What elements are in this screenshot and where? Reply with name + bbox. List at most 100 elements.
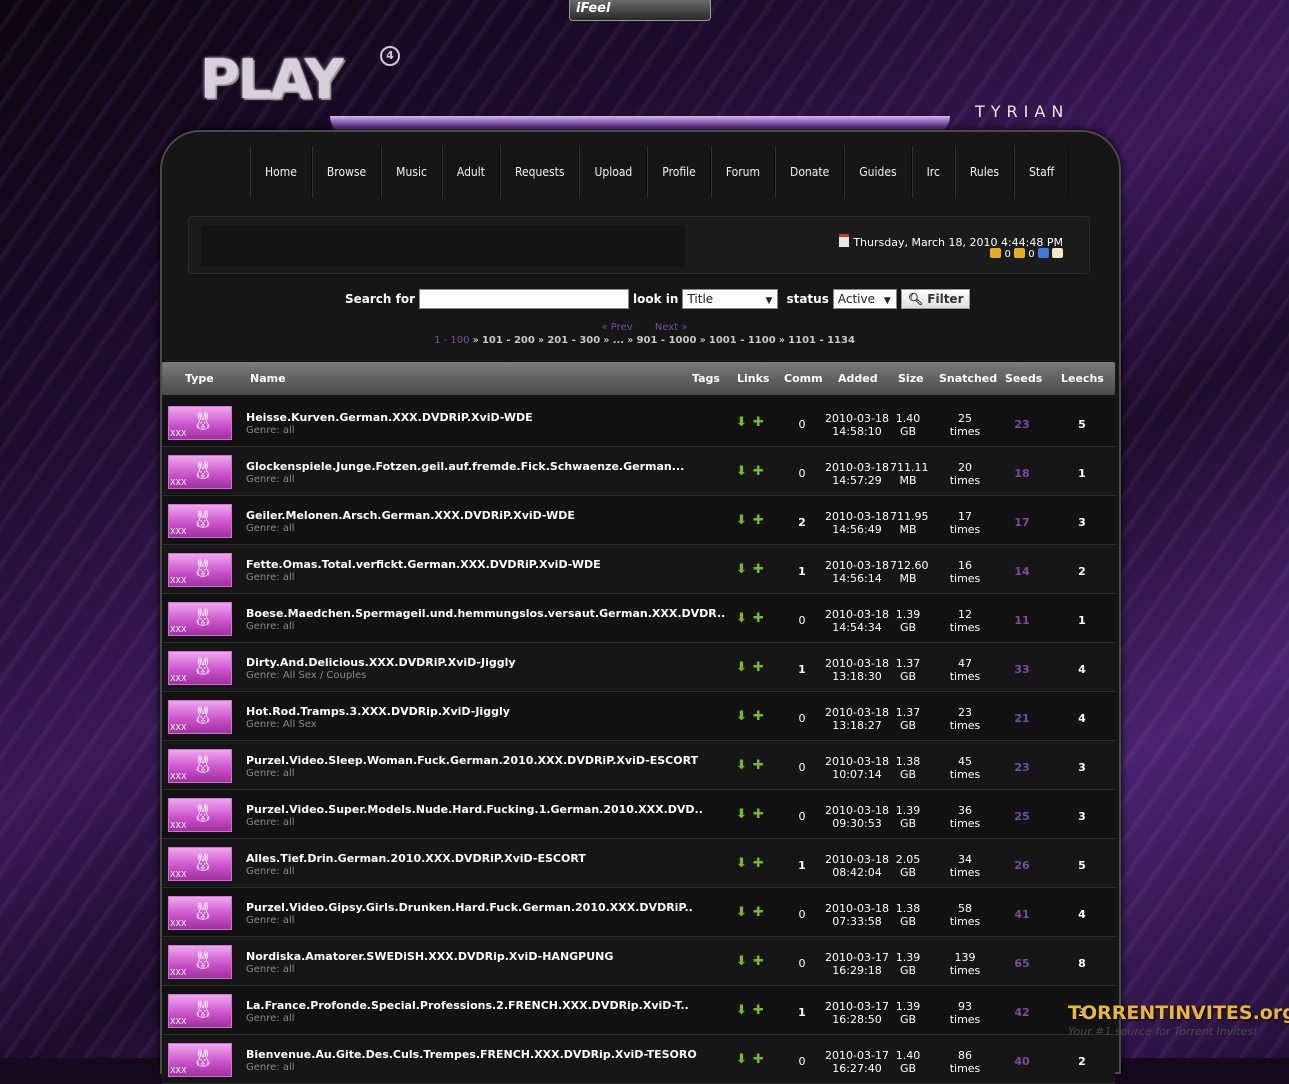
leechers-count[interactable]: 4 [1062,908,1102,921]
comment-count[interactable]: 0 [784,467,820,480]
category-badge[interactable]: 🐰︎ XXX [168,847,232,881]
add-bookmark-icon[interactable]: ✚ [753,660,764,675]
pager-next[interactable]: Next » [655,322,688,333]
seeders-count[interactable]: 11 [1000,614,1044,627]
add-bookmark-icon[interactable]: ✚ [753,611,764,626]
torrent-name-link[interactable]: Bienvenue.Au.Gite.Des.Culs.Trempes.FRENC… [246,1048,697,1061]
comment-count[interactable]: 0 [784,1055,820,1068]
category-badge[interactable]: 🐰︎ XXX [168,749,232,783]
torrent-name-link[interactable]: Purzel.Video.Gipsy.Girls.Drunken.Hard.Fu… [246,901,693,914]
leechers-count[interactable]: 1 [1062,467,1102,480]
download-icon[interactable]: ⬇︎ [736,807,747,822]
seeders-count[interactable]: 21 [1000,712,1044,725]
leechers-count[interactable]: 2 [1062,565,1102,578]
col-snatched[interactable]: Snatched [939,362,997,395]
nav-music[interactable]: Music [381,146,442,198]
download-icon[interactable]: ⬇︎ [736,954,747,969]
site-logo[interactable]: PLAY [200,48,344,111]
snatched-count[interactable]: 25 times [930,412,1000,438]
leechers-count[interactable]: 2 [1062,1055,1102,1068]
seeders-count[interactable]: 33 [1000,663,1044,676]
comment-count[interactable]: 0 [784,712,820,725]
comment-count[interactable]: 0 [784,418,820,431]
download-icon[interactable]: ⬇︎ [736,660,747,675]
leechers-count[interactable]: 8 [1062,957,1102,970]
page-link[interactable]: 1101 - 1134 [788,335,855,346]
snatched-count[interactable]: 20 times [930,461,1000,487]
category-badge[interactable]: 🐰︎ XXX [168,504,232,538]
category-badge[interactable]: 🐰︎ XXX [168,945,232,979]
users-icon[interactable] [1037,248,1049,258]
comment-count[interactable]: 0 [784,908,820,921]
pager-prev[interactable]: « Prev [602,322,633,333]
comment-count[interactable]: 1 [784,663,820,676]
download-icon[interactable]: ⬇︎ [736,611,747,626]
seeders-count[interactable]: 23 [1000,761,1044,774]
comment-count[interactable]: 0 [784,957,820,970]
seeders-count[interactable]: 18 [1000,467,1044,480]
snatched-count[interactable]: 34 times [930,853,1000,879]
download-icon[interactable]: ⬇︎ [736,415,747,430]
leechers-count[interactable]: 5 [1062,418,1102,431]
comment-count[interactable]: 1 [784,565,820,578]
torrent-name-link[interactable]: Hot.Rod.Tramps.3.XXX.DVDRip.XviD-Jiggly [246,705,510,718]
messages-icon[interactable] [1052,248,1063,258]
col-comm[interactable]: Comm [784,362,823,395]
seeders-count[interactable]: 14 [1000,565,1044,578]
leechers-count[interactable]: 4 [1062,663,1102,676]
snatched-count[interactable]: 12 times [930,608,1000,634]
seeders-count[interactable]: 41 [1000,908,1044,921]
search-input[interactable] [419,289,630,309]
download-icon[interactable]: ⬇︎ [736,562,747,577]
nav-adult[interactable]: Adult [441,146,501,198]
nav-upload[interactable]: Upload [579,146,648,198]
torrent-name-link[interactable]: La.France.Profonde.Special.Professions.2… [246,999,689,1012]
comment-count[interactable]: 0 [784,761,820,774]
add-bookmark-icon[interactable]: ✚ [753,1003,764,1018]
page-link[interactable]: 901 - 1000 [637,335,697,346]
snatched-count[interactable]: 45 times [930,755,1000,781]
col-size[interactable]: Size [898,362,924,395]
snatched-count[interactable]: 16 times [930,559,1000,585]
add-bookmark-icon[interactable]: ✚ [753,562,764,577]
torrent-name-link[interactable]: Geiler.Melonen.Arsch.German.XXX.DVDRiP.X… [246,509,575,522]
leechers-count[interactable]: 5 [1062,859,1102,872]
torrent-name-link[interactable]: Boese.Maedchen.Spermageil.und.hemmungslo… [246,607,725,620]
seeders-count[interactable]: 65 [1000,957,1044,970]
nav-requests[interactable]: Requests [500,146,580,198]
torrent-name-link[interactable]: Alles.Tief.Drin.German.2010.XXX.DVDRiP.X… [246,852,586,865]
category-badge[interactable]: 🐰︎ XXX [168,994,232,1028]
seeders-count[interactable]: 23 [1000,418,1044,431]
torrent-name-link[interactable]: Heisse.Kurven.German.XXX.DVDRiP.XviD-WDE [246,411,533,424]
category-badge[interactable]: 🐰︎ XXX [168,406,232,440]
snatched-count[interactable]: 93 times [930,1000,1000,1026]
add-bookmark-icon[interactable]: ✚ [753,1052,764,1067]
torrent-name-link[interactable]: Purzel.Video.Sleep.Woman.Fuck.German.201… [246,754,698,767]
seeders-count[interactable]: 25 [1000,810,1044,823]
page-link[interactable]: 101 - 200 [482,335,535,346]
col-type[interactable]: Type [185,362,214,395]
add-bookmark-icon[interactable]: ✚ [753,758,764,773]
category-badge[interactable]: 🐰︎ XXX [168,651,232,685]
leechers-count[interactable]: 1 [1062,614,1102,627]
page-link[interactable]: 1 - 100 [434,335,469,346]
category-badge[interactable]: 🐰︎ XXX [168,602,232,636]
nav-staff[interactable]: Staff [1014,146,1070,198]
download-icon[interactable]: ⬇︎ [736,709,747,724]
add-bookmark-icon[interactable]: ✚ [753,464,764,479]
add-bookmark-icon[interactable]: ✚ [753,709,764,724]
thumbs-up-icon[interactable] [990,248,1002,258]
snatched-count[interactable]: 23 times [930,706,1000,732]
thumbs-down-icon[interactable] [1014,248,1026,258]
leechers-count[interactable]: 3 [1062,516,1102,529]
lookin-select[interactable]: Title ▼ [682,289,779,309]
add-bookmark-icon[interactable]: ✚ [753,856,764,871]
nav-irc[interactable]: Irc [911,146,955,198]
download-icon[interactable]: ⬇︎ [736,758,747,773]
nav-donate[interactable]: Donate [775,146,845,198]
torrent-name-link[interactable]: Fette.Omas.Total.verfickt.German.XXX.DVD… [246,558,601,571]
seeders-count[interactable]: 40 [1000,1055,1044,1068]
page-link[interactable]: 1001 - 1100 [709,335,776,346]
snatched-count[interactable]: 47 times [930,657,1000,683]
torrent-name-link[interactable]: Glockenspiele.Junge.Fotzen.geil.auf.frem… [246,460,684,473]
